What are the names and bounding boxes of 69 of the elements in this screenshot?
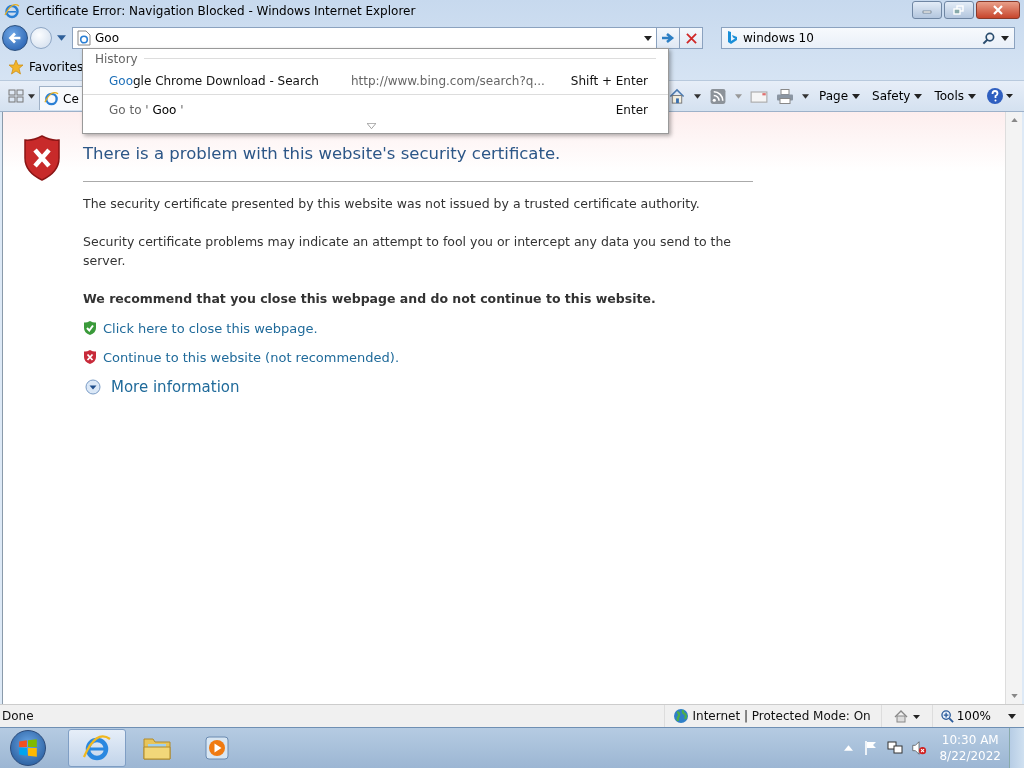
caret-icon [914, 93, 923, 99]
zoom-icon [940, 709, 954, 723]
windows-logo-icon [17, 737, 39, 759]
check-shield-icon [83, 320, 97, 336]
caret-icon[interactable] [1001, 35, 1009, 41]
error-heading: There is a problem with this website's security certificate. [83, 144, 562, 163]
status-text: Done [1, 709, 34, 723]
restore-button[interactable] [944, 1, 974, 19]
start-button[interactable] [10, 730, 46, 766]
browser-taskbar-button[interactable] [68, 729, 126, 767]
star-icon [8, 59, 24, 75]
close-icon [992, 5, 1004, 15]
back-button[interactable] [2, 25, 28, 51]
expand-icon[interactable] [85, 379, 101, 395]
link[interactable]: Continue to this website (not recommended). [103, 349, 400, 365]
help-icon[interactable] [986, 87, 1014, 105]
caret-icon[interactable] [802, 93, 809, 99]
minimize-button[interactable] [912, 1, 942, 19]
go-to-suggestion[interactable]: Go to ' Goo ' [109, 103, 184, 117]
folder-icon [142, 735, 172, 761]
stop-button[interactable] [679, 27, 703, 49]
close-button[interactable] [976, 1, 1020, 19]
link[interactable]: Click here to close this webpage. [103, 320, 318, 336]
favorites-button[interactable]: Favorites [6, 57, 86, 77]
play-icon [204, 735, 230, 761]
address-bar[interactable]: Goo [72, 27, 657, 49]
x-shield-icon [83, 349, 97, 365]
browser-icon [44, 91, 59, 106]
scroll-up-icon[interactable] [1010, 118, 1018, 122]
arrow-icon [661, 32, 675, 44]
menu-button[interactable]: Page [817, 89, 863, 103]
go-button[interactable] [656, 27, 680, 49]
shortcut-text: Enter [615, 103, 648, 117]
muted-speaker-icon[interactable] [911, 740, 928, 756]
browser-icon [4, 3, 20, 19]
caret-icon[interactable] [28, 93, 35, 99]
shortcut-text: Shift + Enter [570, 74, 648, 88]
security-zone-text: Internet | Protected Mode: On [692, 709, 871, 723]
recommendation-text: We recommend that you close this webpage and do not continue to this website. [83, 290, 657, 308]
page-icon [77, 30, 91, 46]
search-bar[interactable]: windows 10 [721, 27, 1015, 49]
globe-icon [672, 708, 689, 724]
more-information-link[interactable]: More information [111, 378, 240, 396]
search-provider-icon [727, 31, 737, 45]
address-field[interactable]: Goo [95, 31, 640, 45]
stop-icon [685, 32, 697, 44]
scroll-down-icon[interactable] [1010, 694, 1018, 698]
caret-icon[interactable] [694, 93, 701, 99]
home-icon[interactable] [668, 87, 686, 105]
paragraph: The security certificate presented by this website was not issued by a trusted certificate authority. [83, 195, 701, 213]
paragraph: Security certificate problems may indicate an attempt to fool you or intercept any data you send to the server. [83, 233, 733, 270]
caret-icon [852, 93, 861, 99]
suggestion-title[interactable]: Google Chrome Download - Search [109, 74, 319, 88]
feed-icon[interactable] [709, 87, 727, 105]
search-field[interactable]: windows 10 [743, 31, 976, 45]
restore-icon [953, 5, 965, 15]
section-heading: History [95, 51, 138, 66]
network-icon[interactable] [887, 740, 904, 756]
caret-icon[interactable] [644, 35, 652, 41]
caret-icon [1008, 713, 1016, 719]
error-shield-icon [23, 134, 61, 182]
browser-icon [82, 733, 112, 763]
suggestion-url: http://www.bing.com/search?q... [350, 74, 545, 88]
printer-icon[interactable] [776, 87, 794, 105]
caret-icon [968, 93, 976, 99]
menu-button[interactable]: Safety [870, 89, 925, 103]
search-icon[interactable] [982, 31, 995, 45]
window-title: Certificate Error: Navigation Blocked - Windows Internet Explorer [26, 4, 416, 18]
menu-button[interactable]: Tools [932, 89, 978, 103]
